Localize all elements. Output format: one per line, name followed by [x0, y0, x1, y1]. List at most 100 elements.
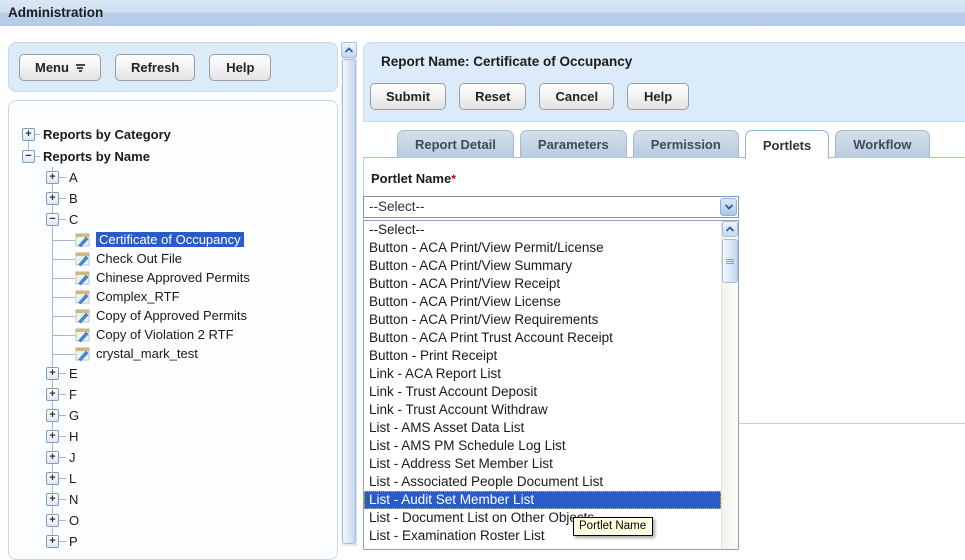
menu-dropdown-icon	[76, 63, 85, 72]
expand-toggle-icon[interactable]: +	[46, 493, 59, 506]
dropdown-option[interactable]: List - AMS PM Schedule Log List	[364, 437, 721, 455]
tree-node-letter-g[interactable]: +G	[46, 405, 337, 426]
tree-node-letter-b[interactable]: + B	[46, 188, 337, 209]
tree-node-reports-by-name[interactable]: − Reports by Name	[22, 145, 337, 167]
collapse-toggle-icon[interactable]: −	[22, 150, 35, 163]
portlet-name-select[interactable]: --Select--	[363, 196, 739, 218]
tree-node-reports-by-category[interactable]: + Reports by Category	[22, 123, 337, 145]
tree-node-letter-o[interactable]: +O	[46, 510, 337, 531]
tab-permission[interactable]: Permission	[633, 130, 739, 158]
expand-toggle-icon[interactable]: +	[46, 409, 59, 422]
tree-node-label[interactable]: P	[69, 534, 78, 549]
dropdown-scroll-up-button[interactable]	[722, 221, 738, 237]
dropdown-option[interactable]: List - Associated People Document List	[364, 473, 721, 491]
expand-toggle-icon[interactable]: +	[46, 171, 59, 184]
tree-node-letter-j[interactable]: +J	[46, 447, 337, 468]
report-icon	[75, 251, 91, 267]
reset-button[interactable]: Reset	[459, 83, 526, 110]
dropdown-option[interactable]: List - Examination Roster List	[364, 527, 721, 545]
tree-leaf-label[interactable]: Copy of Violation 2 RTF	[96, 327, 234, 342]
tree-node-label[interactable]: J	[69, 450, 76, 465]
tree-node-letter-n[interactable]: +N	[46, 489, 337, 510]
expand-toggle-icon[interactable]: +	[22, 128, 35, 141]
dropdown-scrollbar[interactable]	[721, 221, 738, 549]
tree-leaf-copy-of-approved-permits[interactable]: Copy of Approved Permits	[75, 306, 337, 325]
expand-toggle-icon[interactable]: +	[46, 367, 59, 380]
tree-leaf-certificate-of-occupancy[interactable]: Certificate of Occupancy	[75, 230, 337, 249]
tree-leaf-check-out-file[interactable]: Check Out File	[75, 249, 337, 268]
tree-node-letter-a[interactable]: + A	[46, 167, 337, 188]
dropdown-scrollbar-thumb[interactable]	[722, 239, 738, 283]
refresh-button[interactable]: Refresh	[115, 54, 195, 81]
tree-node-letter-c[interactable]: − C	[46, 209, 337, 230]
tab-portlets[interactable]: Portlets	[745, 130, 829, 159]
tree-node-letter-f[interactable]: +F	[46, 384, 337, 405]
tree-node-label[interactable]: G	[69, 408, 79, 423]
select-current-value: --Select--	[364, 197, 738, 217]
tree-leaf-label[interactable]: crystal_mark_test	[96, 346, 198, 361]
tree-leaf-crystal-mark-test[interactable]: crystal_mark_test	[75, 344, 337, 363]
expand-toggle-icon[interactable]: +	[46, 472, 59, 485]
tree-node-label[interactable]: O	[69, 513, 79, 528]
expand-toggle-icon[interactable]: +	[46, 514, 59, 527]
dropdown-option[interactable]: List - Address Set Member List	[364, 455, 721, 473]
dropdown-option[interactable]: Link - Trust Account Deposit	[364, 383, 721, 401]
dropdown-option[interactable]: Button - ACA Print/View Receipt	[364, 275, 721, 293]
tree-node-label[interactable]: B	[69, 191, 78, 206]
tree-node-label[interactable]: A	[69, 170, 78, 185]
expand-toggle-icon[interactable]: +	[46, 451, 59, 464]
help-button-detail[interactable]: Help	[627, 83, 689, 110]
tree-leaf-chinese-approved-permits[interactable]: Chinese Approved Permits	[75, 268, 337, 287]
panel-scrollbar[interactable]	[341, 42, 357, 546]
dropdown-option[interactable]: Link - ACA Report List	[364, 365, 721, 383]
tree-leaf-copy-of-violation-2-rtf[interactable]: Copy of Violation 2 RTF	[75, 325, 337, 344]
dropdown-option[interactable]: Link - Trust Account Withdraw	[364, 401, 721, 419]
tab-workflow[interactable]: Workflow	[835, 130, 929, 158]
dropdown-option[interactable]: Button - ACA Print Trust Account Receipt	[364, 329, 721, 347]
dropdown-option[interactable]: Button - ACA Print/View Summary	[364, 257, 721, 275]
tree-node-letter-l[interactable]: +L	[46, 468, 337, 489]
expand-toggle-icon[interactable]: +	[46, 388, 59, 401]
scroll-up-button[interactable]	[341, 42, 357, 58]
tree-leaf-label[interactable]: Check Out File	[96, 251, 182, 266]
tree-node-label[interactable]: L	[69, 471, 76, 486]
scrollbar-thumb[interactable]	[342, 59, 356, 544]
tree-node-label[interactable]: F	[69, 387, 77, 402]
tab-parameters[interactable]: Parameters	[520, 130, 627, 158]
tree-leaf-label[interactable]: Complex_RTF	[96, 289, 180, 304]
tree-node-label[interactable]: Reports by Category	[43, 127, 171, 142]
select-dropdown-button[interactable]	[720, 198, 737, 216]
tree-node-letter-e[interactable]: +E	[46, 363, 337, 384]
help-button-left[interactable]: Help	[209, 54, 271, 81]
submit-button[interactable]: Submit	[370, 83, 446, 110]
tree-node-label[interactable]: N	[69, 492, 78, 507]
menu-button[interactable]: Menu	[19, 54, 101, 81]
tree-node-label[interactable]: C	[69, 212, 78, 227]
tree-node-label[interactable]: E	[69, 366, 78, 381]
left-toolbar: Menu Refresh Help	[8, 42, 338, 92]
dropdown-option[interactable]: Button - Print Receipt	[364, 347, 721, 365]
dropdown-option[interactable]: List - AMS Asset Data List	[364, 419, 721, 437]
dropdown-option[interactable]: Button - ACA Print/View License	[364, 293, 721, 311]
dropdown-option[interactable]: --Select--	[364, 221, 721, 239]
tree-leaf-label-selected[interactable]: Certificate of Occupancy	[96, 232, 244, 247]
collapse-toggle-icon[interactable]: −	[46, 213, 59, 226]
report-icon	[75, 232, 91, 248]
tree-leaf-label[interactable]: Chinese Approved Permits	[96, 270, 250, 285]
tree-node-letter-p[interactable]: +P	[46, 531, 337, 552]
dropdown-option[interactable]: Button - ACA Print/View Requirements	[364, 311, 721, 329]
tree-leaf-complex-rtf[interactable]: Complex_RTF	[75, 287, 337, 306]
tree-leaf-label[interactable]: Copy of Approved Permits	[96, 308, 247, 323]
dropdown-option-selected[interactable]: List - Audit Set Member List	[364, 491, 721, 509]
expand-toggle-icon[interactable]: +	[46, 192, 59, 205]
tab-report-detail[interactable]: Report Detail	[397, 130, 514, 158]
tree-node-letter-h[interactable]: +H	[46, 426, 337, 447]
tree-node-label[interactable]: H	[69, 429, 78, 444]
expand-toggle-icon[interactable]: +	[46, 535, 59, 548]
dropdown-option[interactable]: Button - ACA Print/View Permit/License	[364, 239, 721, 257]
dropdown-option[interactable]: List - Document List on Other Objects	[364, 509, 721, 527]
expand-toggle-icon[interactable]: +	[46, 430, 59, 443]
tree-node-label[interactable]: Reports by Name	[43, 149, 150, 164]
chevron-up-icon	[725, 225, 735, 233]
cancel-button[interactable]: Cancel	[539, 83, 614, 110]
